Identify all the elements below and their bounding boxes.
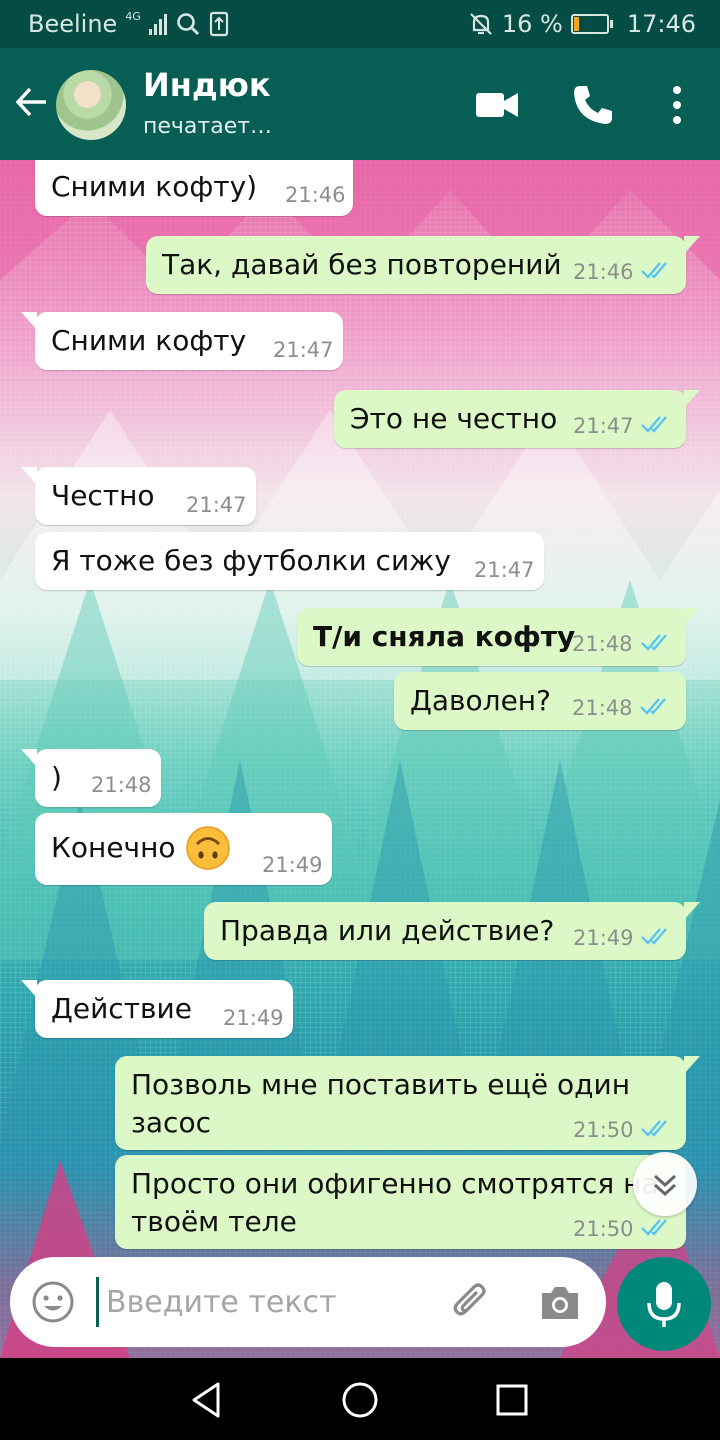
text-caret (96, 1277, 99, 1327)
chat-area[interactable]: Сними кофту) 21:46 Так, давай без повтор… (0, 160, 720, 1358)
read-ticks-icon (641, 262, 667, 279)
status-right: 16 % 17:46 (468, 10, 696, 38)
camera-icon[interactable] (538, 1281, 582, 1325)
scroll-to-bottom-button[interactable] (633, 1152, 697, 1216)
message-text: Я тоже без футболки сижу (51, 544, 451, 577)
message-time: 21:48 (91, 773, 152, 797)
search-icon (177, 13, 199, 35)
double-chevron-down-icon (653, 1174, 677, 1197)
emoji-icon[interactable] (30, 1279, 76, 1325)
message-bubble[interactable]: Сними кофту 21:47 (21, 312, 343, 370)
message-time: 21:50 (573, 1118, 634, 1142)
message-input-bar (10, 1257, 606, 1347)
contact-name[interactable]: Индюк (143, 66, 271, 104)
message-text: Действие (51, 992, 192, 1025)
mic-icon (647, 1282, 681, 1327)
message-text: Т/и сняла кофту (313, 620, 576, 653)
upside-down-face-icon (186, 826, 230, 870)
battery-icon (570, 14, 613, 34)
message-time: 21:48 (572, 632, 633, 656)
message-time: 21:47 (573, 414, 634, 438)
battery-percent: 16 % (501, 10, 563, 38)
message-bubble[interactable]: Конечно 21:49 (35, 813, 332, 885)
message-input[interactable] (106, 1279, 406, 1325)
message-bubble[interactable]: Честно 21:47 (21, 467, 256, 525)
message-bubble[interactable]: Так, давай без повторений 21:46 (146, 236, 700, 294)
message-text: Конечно (51, 831, 176, 864)
read-ticks-icon (641, 1219, 667, 1236)
phone-icon[interactable] (570, 82, 616, 128)
read-ticks-icon (641, 928, 667, 945)
status-left: Beeline 4G (28, 10, 229, 38)
read-ticks-icon (641, 1120, 667, 1137)
message-time: 21:49 (223, 1006, 284, 1030)
message-bubble[interactable]: Позволь мне поставить ещё один засос 21:… (115, 1056, 700, 1150)
carrier-name: Beeline (28, 10, 118, 38)
message-text: Так, давай без повторений (162, 248, 562, 281)
status-bar: Beeline 4G 16 % 17:46 (0, 0, 720, 48)
nav-back-icon[interactable] (184, 1378, 228, 1422)
message-time: 21:50 (573, 1217, 634, 1241)
message-bubble[interactable]: Сними кофту) 21:46 (35, 160, 353, 216)
message-time: 21:47 (186, 493, 247, 517)
message-time: 21:47 (474, 558, 535, 582)
message-bubble[interactable]: Просто они офигенно смотрятся на твоём т… (115, 1155, 686, 1249)
message-text: Даволен? (410, 684, 551, 717)
message-time: 21:48 (572, 696, 633, 720)
nav-recents-icon[interactable] (490, 1378, 534, 1422)
sim-icon (209, 11, 228, 37)
signal-icon: 4G (125, 9, 141, 23)
read-ticks-icon (641, 634, 667, 651)
message-bubble[interactable]: Я тоже без футболки сижу 21:47 (35, 532, 544, 590)
message-time: 21:49 (573, 926, 634, 950)
message-time: 21:46 (573, 260, 634, 284)
message-text: Правда или действие? (220, 914, 555, 947)
mute-icon (470, 13, 492, 35)
message-bubble[interactable]: Действие 21:49 (21, 980, 293, 1038)
message-text: Честно (51, 479, 155, 512)
message-time: 21:49 (262, 853, 323, 877)
signal-bars-icon (148, 14, 167, 35)
chat-header: Индюк печатает… (0, 48, 720, 160)
message-text: Это не честно (350, 402, 558, 435)
message-text: Сними кофту) (51, 170, 258, 203)
message-bubble[interactable]: Это не честно 21:47 (334, 390, 700, 448)
video-call-icon[interactable] (474, 82, 520, 128)
read-ticks-icon (641, 416, 667, 433)
message-bubble[interactable]: Правда или действие? 21:49 (204, 902, 700, 960)
system-nav-bar (0, 1358, 720, 1440)
mic-button[interactable] (617, 1257, 711, 1351)
back-arrow-icon[interactable] (14, 84, 50, 120)
nav-home-icon[interactable] (338, 1378, 382, 1422)
status-time: 17:46 (626, 10, 696, 38)
attach-icon[interactable] (450, 1281, 494, 1325)
message-bubble[interactable]: Т/и сняла кофту 21:48 (297, 608, 700, 666)
message-bubble[interactable]: ) 21:48 (21, 749, 161, 807)
message-time: 21:46 (285, 183, 346, 207)
message-text: ) (51, 761, 62, 794)
contact-status: печатает… (143, 114, 273, 139)
avatar[interactable] (56, 70, 126, 140)
message-bubble[interactable]: Даволен? 21:48 (394, 672, 686, 730)
more-vert-icon[interactable] (654, 82, 700, 128)
message-text: Сними кофту (51, 324, 247, 357)
message-time: 21:47 (273, 338, 334, 362)
read-ticks-icon (640, 698, 666, 715)
